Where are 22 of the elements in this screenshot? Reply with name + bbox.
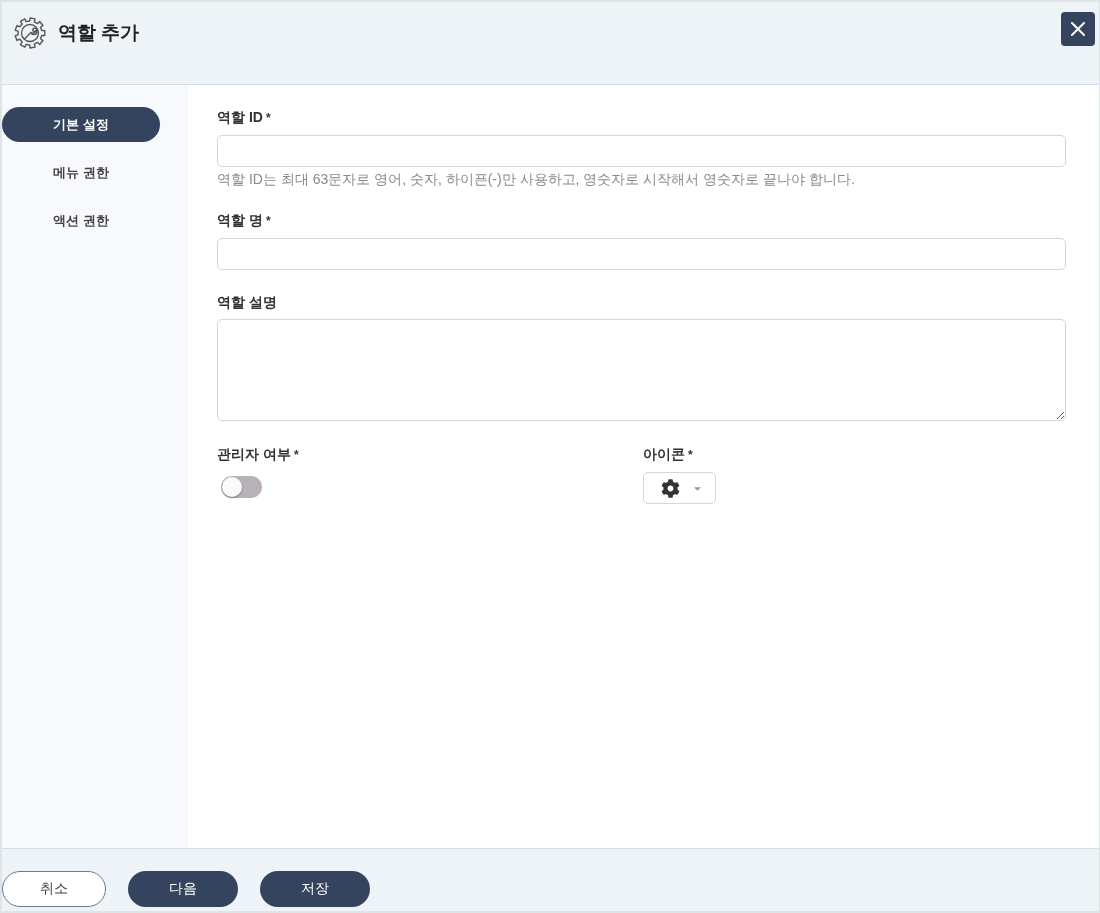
- cancel-button[interactable]: 취소: [2, 871, 106, 907]
- field-label: 역할 명 *: [217, 211, 272, 230]
- gear-wrench-icon: [14, 17, 46, 49]
- gear-icon: [660, 478, 680, 498]
- toggle-switch[interactable]: [221, 476, 262, 498]
- close-icon: [1071, 22, 1085, 36]
- field-label: 역할 설명: [217, 293, 278, 311]
- textarea-field[interactable]: [217, 319, 1066, 421]
- field-label: 역할 ID *: [217, 108, 272, 127]
- sidebar-tab[interactable]: 기본 설정: [2, 107, 160, 142]
- text-input[interactable]: [217, 135, 1066, 167]
- field-label: 관리자 여부 *: [217, 445, 300, 464]
- sidebar-tab[interactable]: 메뉴 권한: [2, 155, 160, 190]
- help-text: 역할 ID는 최대 63문자로 영어, 숫자, 하이픈(-)만 사용하고, 영숫자로 시작해서 영숫자로 끝나야 합니다.: [217, 170, 856, 188]
- field-label: 아이콘 *: [643, 445, 694, 464]
- text-input[interactable]: [217, 238, 1066, 270]
- primary-button[interactable]: 다음: [128, 871, 238, 907]
- close-button[interactable]: [1061, 12, 1095, 46]
- dialog-title: 역할 추가: [58, 21, 140, 45]
- primary-button[interactable]: 저장: [260, 871, 370, 907]
- icon-select[interactable]: [643, 472, 716, 504]
- sidebar-tab[interactable]: 액션 권한: [2, 203, 160, 238]
